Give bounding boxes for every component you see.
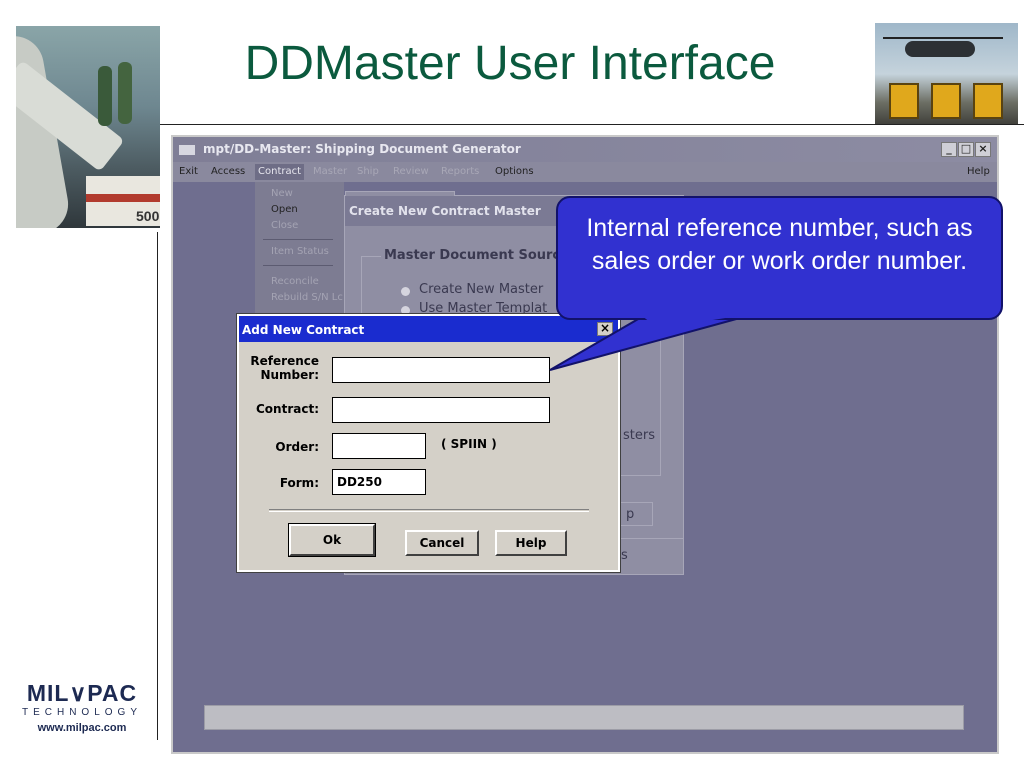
menu-separator	[263, 265, 333, 266]
add-new-contract-dialog: Add New Contract × Reference Number: Con…	[236, 313, 621, 573]
logo-url: www.milpac.com	[37, 722, 127, 734]
menu-access[interactable]: Access	[211, 166, 245, 177]
contract-label: Contract:	[256, 402, 319, 416]
maximize-button[interactable]: □	[958, 142, 974, 157]
callout-bubble: Internal reference number, such as sales…	[556, 196, 1003, 320]
menu-review[interactable]: Review	[393, 166, 429, 177]
add-new-contract-title: Add New Contract	[242, 323, 365, 337]
contract-menu-rebuild[interactable]: Rebuild S/N Lc	[271, 292, 343, 303]
order-hint: ( SPIIN )	[441, 437, 497, 451]
menu-contract[interactable]: Contract	[255, 164, 305, 180]
slide-title: DDMaster User Interface	[244, 37, 776, 90]
app-title: mpt/DD-Master: Shipping Document Generat…	[203, 142, 521, 156]
radio-create-new[interactable]	[401, 287, 410, 296]
milpac-logo: MIL∨PAC TECHNOLOGY www.milpac.com	[10, 680, 154, 734]
title-divider	[160, 124, 1024, 125]
reference-label-line1: Reference	[250, 354, 319, 368]
side-divider	[157, 232, 158, 740]
partial-text: sters	[623, 428, 655, 443]
reference-number-field[interactable]	[332, 357, 550, 383]
contract-menu-new[interactable]: New	[271, 188, 293, 199]
contract-menu-item-status[interactable]: Item Status	[271, 246, 329, 257]
cancel-button[interactable]: Cancel	[405, 530, 479, 556]
status-bar	[204, 705, 964, 730]
menu-ship[interactable]: Ship	[357, 166, 379, 177]
menu-options[interactable]: Options	[495, 166, 534, 177]
menu-separator	[263, 239, 333, 240]
logo-tagline: TECHNOLOGY	[21, 707, 142, 718]
contract-menu-open[interactable]: Open	[271, 204, 298, 215]
order-label: Order:	[275, 440, 319, 454]
contract-menu-reconcile[interactable]: Reconcile	[271, 276, 319, 287]
menu-bar: Exit Access Contract Master Ship Review …	[173, 162, 997, 182]
menu-reports[interactable]: Reports	[441, 166, 479, 177]
logo-brand: MIL∨PAC	[26, 680, 138, 706]
contract-field[interactable]	[332, 397, 550, 423]
add-new-contract-titlebar[interactable]: Add New Contract	[239, 316, 618, 342]
reference-number-label: Reference Number:	[243, 354, 319, 382]
aircraft-carrier-photo: 500	[16, 26, 160, 228]
app-icon	[179, 145, 195, 155]
dialog-divider	[269, 509, 589, 512]
app-titlebar[interactable]: mpt/DD-Master: Shipping Document Generat…	[173, 137, 997, 162]
menu-help[interactable]: Help	[967, 166, 990, 177]
order-field[interactable]	[332, 433, 426, 459]
minimize-button[interactable]: _	[941, 142, 957, 157]
partial-footer-text: s	[621, 548, 628, 563]
form-label: Form:	[279, 476, 319, 490]
master-source-label: Master Document Source	[381, 248, 572, 263]
contract-menu-close[interactable]: Close	[271, 220, 298, 231]
aircraft-number: 500	[136, 208, 160, 224]
helicopter-forklift-photo	[875, 23, 1018, 125]
radio-create-new-label: Create New Master	[419, 282, 544, 297]
dialog-close-button[interactable]: ×	[597, 322, 613, 336]
help-button[interactable]: Help	[495, 530, 567, 556]
ok-button[interactable]: Ok	[288, 523, 376, 557]
menu-exit[interactable]: Exit	[179, 166, 198, 177]
close-button[interactable]: ×	[975, 142, 991, 157]
form-field[interactable]	[332, 469, 426, 495]
reference-label-line2: Number:	[260, 368, 319, 382]
menu-master[interactable]: Master	[313, 166, 347, 177]
